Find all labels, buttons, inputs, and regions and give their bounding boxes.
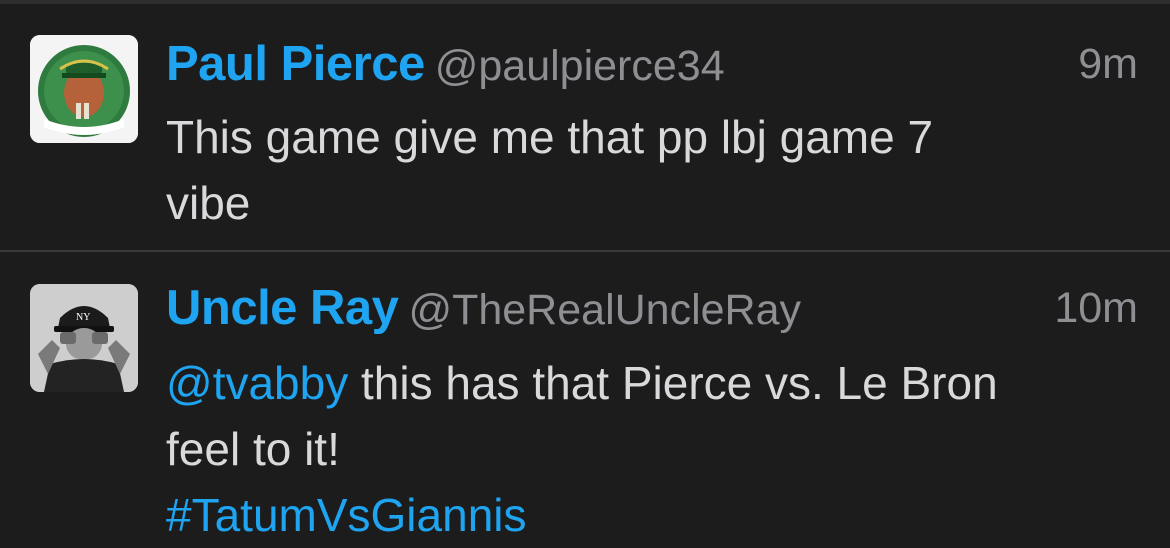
tweet-text-line: @tvabby this has that Pierce vs. Le Bron xyxy=(166,350,1126,416)
tweet-text: This game give me that pp lbj game 7 vib… xyxy=(166,104,1126,236)
tweet-header: Uncle Ray @TheRealUncleRay 10m xyxy=(166,280,1138,340)
tweet-text-line: vibe xyxy=(166,177,251,229)
avatar-image: NY xyxy=(30,284,138,392)
tweet-item[interactable]: Paul Pierce @paulpierce34 9m This game gi… xyxy=(0,4,1170,250)
author-handle[interactable]: @TheRealUncleRay xyxy=(408,286,801,334)
tweet-text-segment: this has that Pierce vs. Le Bron xyxy=(348,357,998,409)
tweet-text: @tvabby this has that Pierce vs. Le Bron… xyxy=(166,350,1126,548)
timestamp: 9m xyxy=(1078,40,1138,88)
author-handle[interactable]: @paulpierce34 xyxy=(435,42,725,90)
tweet-header: Paul Pierce @paulpierce34 9m xyxy=(166,36,1138,96)
hashtag-link[interactable]: #TatumVsGiannis xyxy=(166,489,527,541)
author-name[interactable]: Paul Pierce xyxy=(166,37,425,91)
author-name[interactable]: Uncle Ray xyxy=(166,281,399,335)
avatar[interactable] xyxy=(30,35,138,143)
avatar[interactable]: NY xyxy=(30,284,138,392)
tweet-text-line: This game give me that pp lbj game 7 xyxy=(166,111,934,163)
svg-text:NY: NY xyxy=(76,312,90,323)
tweet-text-line: #TatumVsGiannis xyxy=(166,482,1126,548)
mention-link[interactable]: @tvabby xyxy=(166,357,348,409)
tweet-text-line: feel to it! xyxy=(166,423,340,475)
tweet-item[interactable]: NY Uncle Ray @TheRealUncleRay 10m @tvabby… xyxy=(0,252,1170,543)
timestamp: 10m xyxy=(1054,284,1138,332)
avatar-image xyxy=(30,35,138,143)
